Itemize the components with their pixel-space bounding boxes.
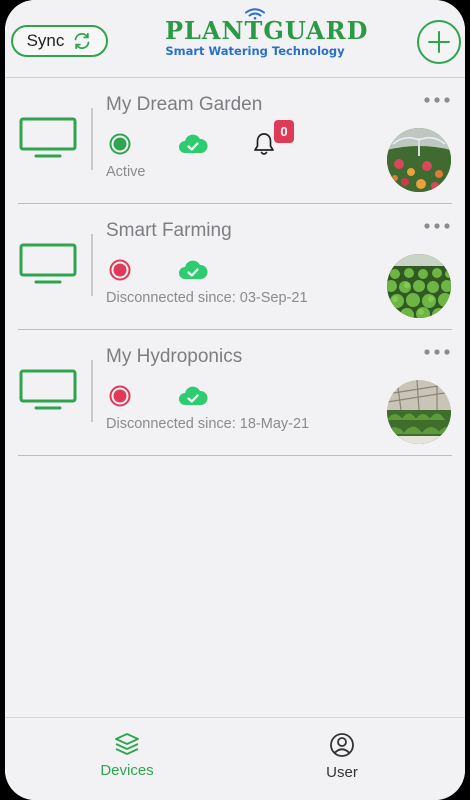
nav-devices-label: Devices [100, 762, 154, 779]
monitor-icon [19, 117, 77, 158]
device-status: Disconnected since: 18-May-21 [106, 416, 310, 432]
lettuce-farm-photo [387, 254, 451, 318]
device-name: My Dream Garden [106, 94, 263, 115]
app-header: Sync PLANTGUARD Smart Watering Technolog… [5, 0, 465, 78]
user-circle-icon [330, 733, 354, 757]
device-status: Active [106, 164, 146, 180]
add-device-button[interactable] [417, 20, 461, 64]
status-disconnected-icon [109, 385, 131, 407]
logo-subtitle: Smart Watering Technology [165, 44, 345, 58]
layers-icon [115, 733, 139, 755]
bottom-navigation: Devices User [5, 717, 465, 800]
device-status: Disconnected since: 03-Sep-21 [106, 290, 308, 306]
more-options-icon[interactable] [423, 222, 451, 230]
card-divider [91, 234, 93, 296]
logo-title: PLANTGUARD [165, 16, 369, 45]
sprinkler-garden-photo [387, 128, 451, 192]
app-screen: Sync PLANTGUARD Smart Watering Technolog… [5, 0, 465, 800]
monitor-icon [19, 243, 77, 284]
cloud-check-icon [179, 386, 208, 405]
device-card[interactable]: My Hydroponics Disconnected since: 18-Ma… [18, 330, 452, 456]
card-divider [91, 108, 93, 170]
notification-count-badge: 0 [274, 120, 294, 143]
cloud-check-icon [179, 260, 208, 279]
nav-user-label: User [326, 764, 358, 781]
device-name: Smart Farming [106, 220, 232, 241]
plantguard-logo: PLANTGUARD Smart Watering Technology [165, 8, 369, 68]
nav-devices-tab[interactable]: Devices [67, 732, 187, 779]
notification-bell-icon[interactable] [252, 131, 276, 157]
nav-user-tab[interactable]: User [282, 732, 402, 781]
status-active-icon [109, 133, 131, 155]
sync-button[interactable]: Sync [11, 25, 108, 57]
card-divider [91, 360, 93, 422]
device-name: My Hydroponics [106, 346, 243, 367]
sync-icon [72, 31, 92, 51]
device-card[interactable]: My Dream Garden 0 Active [18, 78, 452, 204]
device-card[interactable]: Smart Farming Disconnected since: 03-Sep… [18, 204, 452, 330]
sync-label: Sync [26, 31, 65, 50]
monitor-icon [19, 369, 77, 410]
greenhouse-photo [387, 380, 451, 444]
more-options-icon[interactable] [423, 348, 451, 356]
plus-icon [428, 31, 450, 53]
cloud-check-icon [179, 134, 208, 153]
status-disconnected-icon [109, 259, 131, 281]
more-options-icon[interactable] [423, 96, 451, 104]
